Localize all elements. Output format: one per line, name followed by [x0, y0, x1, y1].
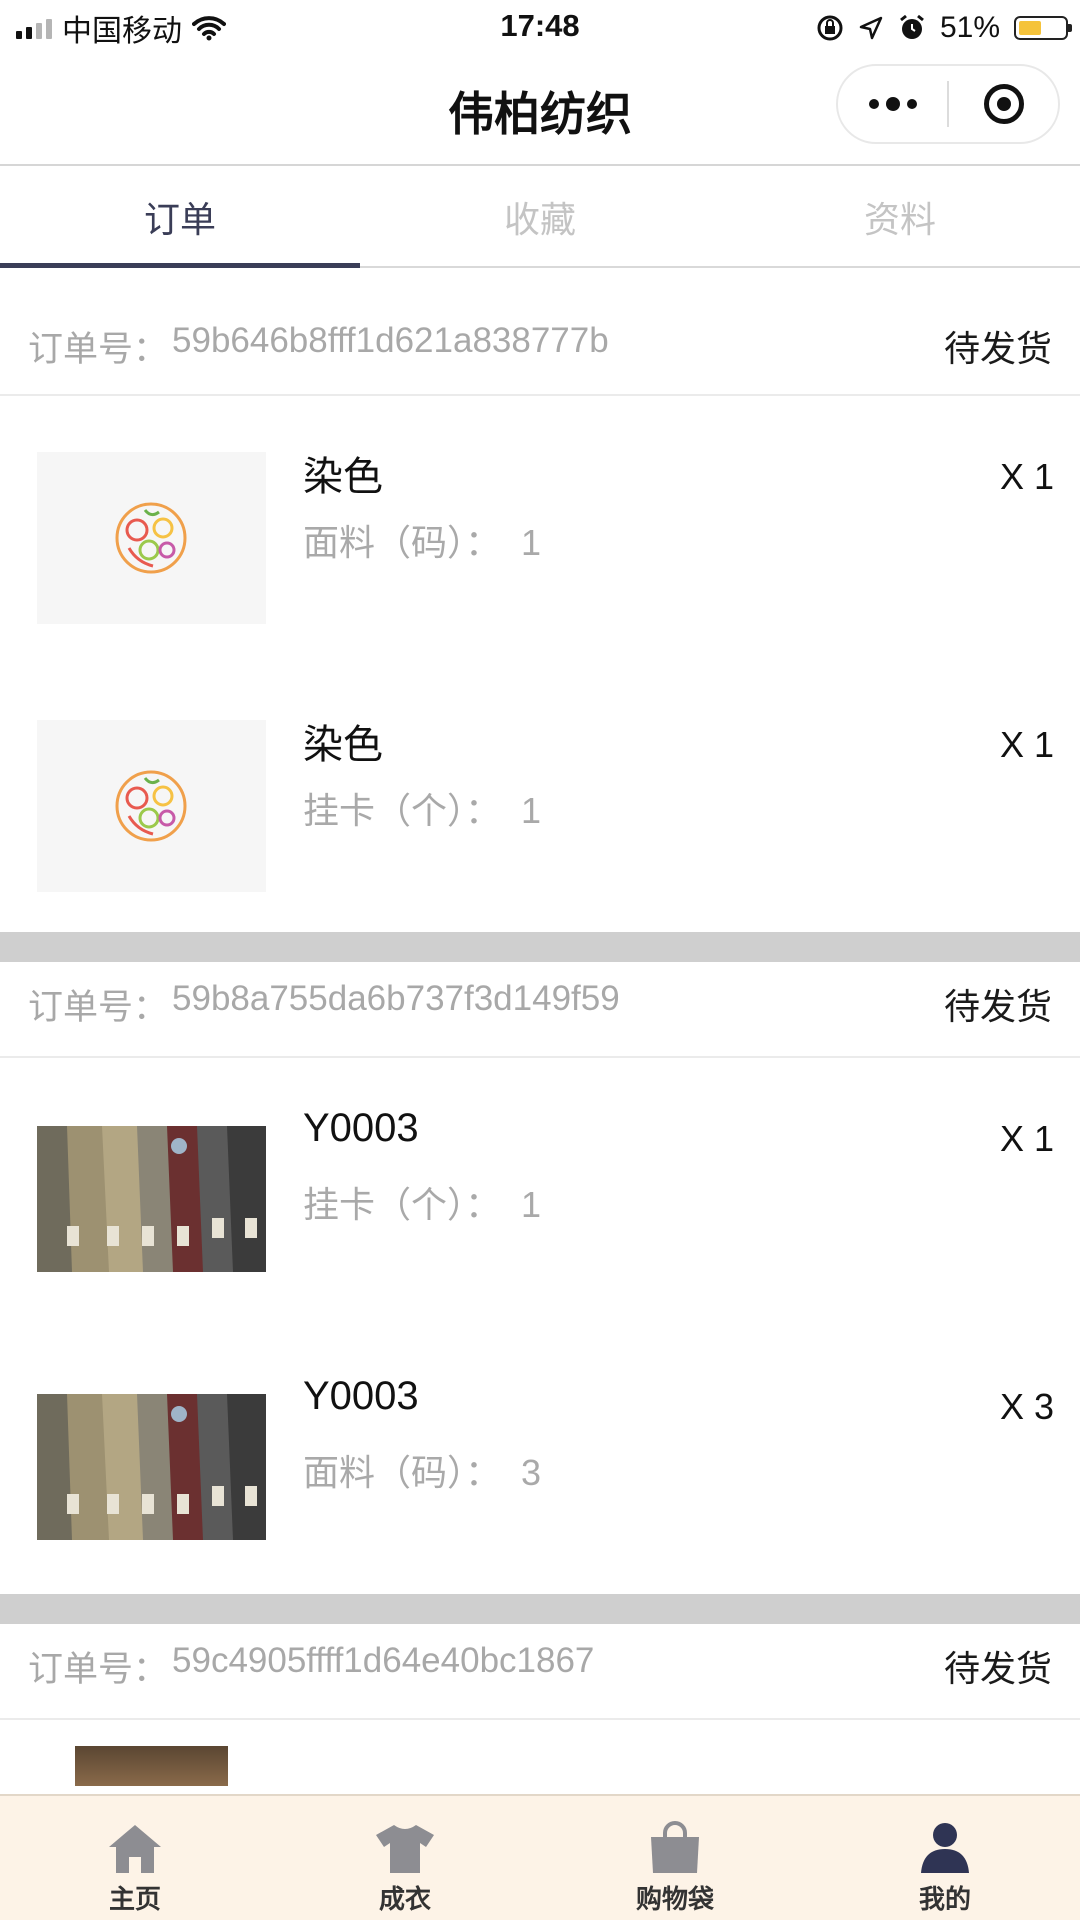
- order-number: 订单号： 59c4905ffff1d64e40bc1867: [28, 1641, 594, 1692]
- close-button[interactable]: [949, 66, 1058, 142]
- tab-favorites[interactable]: 收藏: [360, 168, 720, 266]
- nav-bar: 伟柏纺织: [0, 54, 1080, 166]
- product-spec: 面料（码）： 3: [303, 1452, 542, 1493]
- product-name: Y0003: [303, 1374, 419, 1418]
- order-number-value: 59b646b8fff1d621a838777b: [172, 321, 609, 360]
- tabbar-label: 购物袋: [635, 1884, 714, 1914]
- order-status: 待发货: [943, 328, 1052, 369]
- tabbar-label: 我的: [918, 1884, 971, 1914]
- product-quantity: X 1: [999, 1118, 1054, 1159]
- order-number-label: 订单号：: [28, 1650, 169, 1689]
- fruit-logo-icon: [115, 502, 187, 574]
- product-thumbnail: [37, 1394, 266, 1540]
- status-bar: 中国移动 17:48 51%: [0, 0, 1080, 54]
- user-icon: [921, 1823, 969, 1873]
- product-thumbnail: [37, 720, 266, 892]
- home-icon: [109, 1825, 161, 1873]
- tabbar-label: 成衣: [378, 1884, 431, 1914]
- tabbar-mine[interactable]: 我的: [810, 1796, 1080, 1920]
- order-header: 订单号： 59c4905ffff1d64e40bc1867 待发货: [0, 1624, 1080, 1720]
- battery-icon: [1014, 16, 1072, 40]
- order-item[interactable]: Y0003 面料（码）： 3 X 3: [0, 1326, 1080, 1594]
- shopping-bag-icon: [651, 1821, 699, 1873]
- product-spec: 面料（码）： 1: [303, 522, 542, 563]
- order-item[interactable]: 染色 面料（码）： 1 X 1: [0, 396, 1080, 664]
- order-card[interactable]: 订单号： 59c4905ffff1d64e40bc1867 待发货: [0, 1624, 1080, 1786]
- product-quantity: X 1: [999, 724, 1054, 765]
- product-name: 染色: [303, 455, 383, 499]
- order-number-label: 订单号：: [28, 988, 169, 1027]
- alarm-icon: [900, 14, 924, 39]
- product-name: Y0003: [303, 1106, 419, 1150]
- more-button[interactable]: [838, 66, 947, 142]
- product-quantity: X 1: [999, 456, 1054, 497]
- order-separator: [0, 932, 1080, 962]
- fruit-logo-icon: [115, 770, 187, 842]
- order-status: 待发货: [943, 1648, 1052, 1689]
- battery-percent: 51%: [939, 11, 1000, 44]
- product-thumbnail: [75, 1746, 228, 1786]
- bottom-tab-bar: 主页 成衣 购物袋 我的: [0, 1794, 1080, 1920]
- product-spec: 挂卡（个）： 1: [303, 1184, 542, 1225]
- more-dots-icon: [868, 97, 917, 111]
- order-list[interactable]: 订单号： 59b646b8fff1d621a838777b 待发货 染色 面料（…: [0, 268, 1080, 1794]
- status-right: 51%: [816, 8, 1072, 48]
- order-number-value: 59b8a755da6b737f3d149f59: [172, 979, 620, 1018]
- tabbar-bag[interactable]: 购物袋: [540, 1796, 810, 1920]
- order-item[interactable]: Y0003 挂卡（个）： 1 X 1: [0, 1058, 1080, 1326]
- jackets-photo: [37, 1394, 266, 1540]
- product-thumbnail: [37, 1126, 266, 1272]
- product-name: 染色: [303, 723, 383, 767]
- tabbar-label: 主页: [108, 1884, 161, 1914]
- product-thumbnail: [37, 452, 266, 624]
- tab-profile[interactable]: 资料: [720, 168, 1080, 266]
- tab-orders[interactable]: 订单: [0, 168, 360, 268]
- product-spec: 挂卡（个）： 1: [303, 790, 542, 831]
- rotation-lock-icon: [817, 15, 843, 41]
- jackets-photo: [37, 1126, 266, 1272]
- order-header: 订单号： 59b8a755da6b737f3d149f59 待发货: [0, 962, 1080, 1058]
- location-icon: [859, 16, 883, 40]
- order-card[interactable]: 订单号： 59b646b8fff1d621a838777b 待发货 染色 面料（…: [0, 268, 1080, 932]
- order-separator: [0, 1594, 1080, 1624]
- order-card[interactable]: 订单号： 59b8a755da6b737f3d149f59 待发货 Y0003 …: [0, 962, 1080, 1594]
- order-header: 订单号： 59b646b8fff1d621a838777b 待发货: [0, 268, 1080, 396]
- order-number: 订单号： 59b646b8fff1d621a838777b: [28, 321, 609, 372]
- order-number-label: 订单号：: [28, 330, 169, 369]
- product-quantity: X 3: [999, 1386, 1054, 1427]
- order-status: 待发货: [943, 986, 1052, 1027]
- order-number: 订单号： 59b8a755da6b737f3d149f59: [28, 979, 620, 1030]
- tabbar-clothing[interactable]: 成衣: [270, 1796, 540, 1920]
- miniprogram-capsule: [836, 64, 1060, 144]
- order-item[interactable]: [0, 1720, 1080, 1786]
- order-item[interactable]: 染色 挂卡（个）： 1 X 1: [0, 664, 1080, 932]
- tshirt-icon: [376, 1825, 434, 1873]
- segment-tabs: 订单 收藏 资料: [0, 168, 1080, 268]
- target-icon: [983, 84, 1024, 124]
- order-number-value: 59c4905ffff1d64e40bc1867: [172, 1641, 595, 1680]
- tabbar-home[interactable]: 主页: [0, 1796, 270, 1920]
